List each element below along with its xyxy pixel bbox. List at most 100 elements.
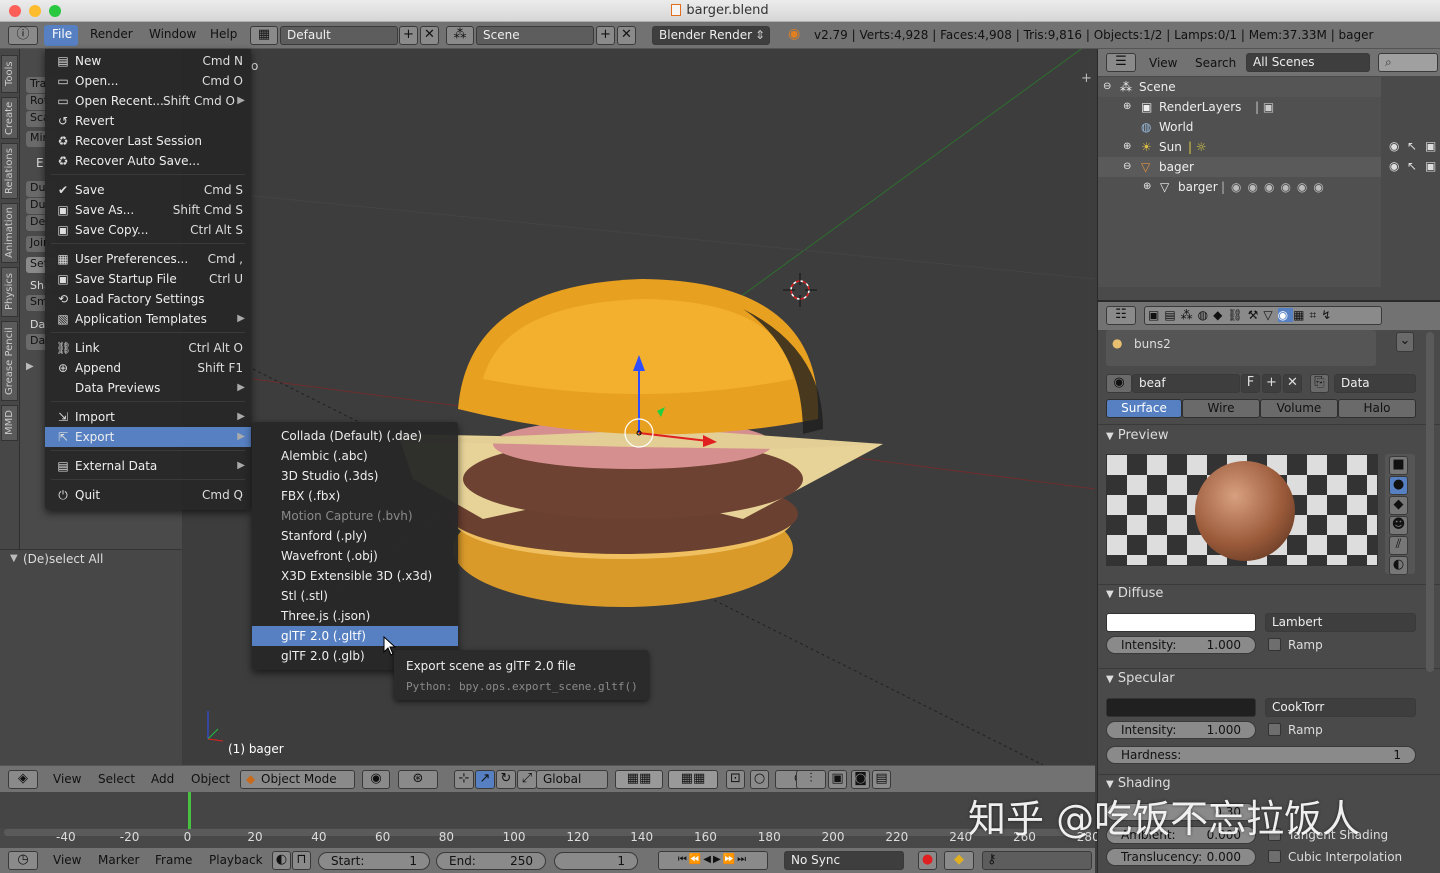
file-menu-item[interactable]: ⛓ Link Ctrl Alt O [45, 338, 251, 358]
snap-target[interactable]: ▣ [828, 770, 847, 789]
menu-marker[interactable]: Marker [98, 853, 139, 867]
render-engine-select[interactable]: Blender Render ⇕ [652, 26, 770, 45]
snap-toggle[interactable]: ⫶ [796, 770, 826, 789]
file-menu-item[interactable]: ♻ Recover Last Session [45, 131, 251, 151]
file-menu-item[interactable]: ▭ Open... Cmd O [45, 71, 251, 91]
context-tabs[interactable]: ▣▤⁂◍◆⛓⚒▽◉▦⌗↯ [1144, 306, 1382, 325]
outliner-row-barger[interactable]: ⊕ ▽ barger |◉◉◉◉◉◉ [1098, 177, 1381, 197]
export-menu-item[interactable]: Wavefront (.obj) [252, 546, 458, 566]
export-menu-item[interactable]: Alembic (.abc) [252, 446, 458, 466]
outliner-row-scene[interactable]: ⊖ ⁂ Scene [1098, 77, 1381, 97]
current-frame-field[interactable]: 1 [554, 852, 638, 870]
properties-scrollbar[interactable] [1426, 332, 1434, 672]
add-scene-button[interactable]: + [596, 26, 615, 45]
keying-set-icon[interactable]: ◆ [944, 851, 974, 870]
cursor-icon[interactable]: ↖ [1407, 139, 1417, 153]
file-menu-item[interactable]: ▣ Save As... Shift Cmd S [45, 200, 251, 220]
opengl-anim-icon[interactable]: ▤ [872, 770, 891, 789]
expand-icon[interactable]: ⊖ [1103, 77, 1111, 97]
cubic-interpolation-checkbox[interactable] [1268, 850, 1281, 863]
file-menu-item[interactable]: ⇲ Import ▶ [45, 407, 251, 427]
file-menu-item[interactable]: ⇱ Export ▶ [45, 427, 251, 447]
outliner-row-world[interactable]: ◍ World [1098, 117, 1381, 137]
export-menu-item[interactable]: glTF 2.0 (.gltf) [252, 626, 458, 646]
menu-frame[interactable]: Frame [155, 853, 192, 867]
menu-add[interactable]: Add [151, 772, 174, 786]
menu-playback[interactable]: Playback [209, 853, 263, 867]
file-menu-item[interactable]: ⟲ Load Factory Settings [45, 289, 251, 309]
preview-panel-header[interactable]: ▼ Preview [1106, 428, 1168, 443]
file-menu-item[interactable]: Data Previews ▶ [45, 378, 251, 398]
file-menu-item[interactable]: ⏻ Quit Cmd Q [45, 485, 251, 505]
camera-icon[interactable]: ▣ [1425, 159, 1436, 173]
manipulator-toggle[interactable]: ⊹ [454, 770, 474, 789]
translucency-field[interactable]: Translucency: 0.000 [1106, 848, 1256, 866]
export-menu-item[interactable]: 3D Studio (.3ds) [252, 466, 458, 486]
export-menu-item[interactable]: FBX (.fbx) [252, 486, 458, 506]
tab-create[interactable]: Create [1, 97, 18, 139]
properties-toggle-icon[interactable]: + [1081, 71, 1092, 86]
expand-icon[interactable]: ⊕ [1143, 177, 1151, 197]
specular-shader-select[interactable]: CookTorr [1265, 698, 1416, 717]
preview-monkey-icon[interactable]: ☻ [1389, 516, 1408, 535]
tab-mmd[interactable]: MMD [1, 405, 18, 441]
editor-type-button[interactable]: ☷ [1106, 306, 1136, 325]
menu-help[interactable]: Help [210, 27, 237, 41]
menu-view[interactable]: View [53, 772, 81, 786]
mode-select[interactable]: ◆ Object Mode [240, 770, 355, 789]
zoom-window-button[interactable] [49, 5, 61, 17]
editor-type-button[interactable]: ⓘ [8, 26, 38, 45]
menu-render[interactable]: Render [90, 27, 133, 41]
tab-surface[interactable]: Surface [1106, 399, 1182, 418]
close-window-button[interactable] [9, 5, 21, 17]
specular-panel-header[interactable]: ▼ Specular [1106, 671, 1175, 686]
tab-physics[interactable]: Physics [1, 267, 18, 317]
menu-window[interactable]: Window [149, 27, 196, 41]
lock-layers-icon[interactable]: ⊡ [726, 770, 745, 789]
layers-grid-a[interactable]: ▦▦ [615, 770, 663, 789]
material-tab-icon[interactable]: ◉ [1277, 308, 1294, 322]
file-menu-item[interactable]: ▦ User Preferences... Cmd , [45, 249, 251, 269]
display-mode-select[interactable]: All Scenes [1246, 53, 1370, 72]
pivot-select[interactable]: ⊛ [398, 770, 438, 789]
export-menu-item[interactable]: Stl (.stl) [252, 586, 458, 606]
keying-set-field[interactable]: ⚷ [982, 851, 1092, 870]
material-name-field[interactable]: beaf [1132, 374, 1240, 393]
file-menu-item[interactable]: ▧ Application Templates ▶ [45, 309, 251, 329]
tab-wire[interactable]: Wire [1182, 399, 1260, 418]
file-menu-item[interactable]: ▭ Open Recent... Shift Cmd O ▶ [45, 91, 251, 111]
specular-intensity-field[interactable]: Intensity: 1.000 [1106, 721, 1256, 739]
unlink-material-button[interactable]: ✕ [1283, 374, 1302, 393]
link-data-select[interactable]: Data [1334, 374, 1416, 393]
add-layout-button[interactable]: + [399, 26, 418, 45]
expand-icon[interactable]: ⊖ [1123, 157, 1131, 177]
preview-hair-icon[interactable]: ⫽ [1389, 536, 1408, 555]
rotate-manipulator[interactable]: ↻ [496, 770, 516, 789]
diffuse-shader-select[interactable]: Lambert [1265, 613, 1416, 632]
editor-type-button[interactable]: ◷ [8, 851, 38, 870]
file-menu-item[interactable]: ⊕ Append Shift F1 [45, 358, 251, 378]
scale-manipulator[interactable]: ⤢ [517, 770, 537, 789]
export-menu-item[interactable]: Collada (Default) (.dae) [252, 426, 458, 446]
fake-user-button[interactable]: F [1241, 374, 1260, 393]
layout-select[interactable]: Default [280, 26, 398, 45]
file-menu-item[interactable]: ♻ Recover Auto Save... [45, 151, 251, 171]
layout-icon[interactable]: ▦ [250, 26, 278, 45]
hardness-field[interactable]: Hardness: 1 [1106, 746, 1416, 764]
translate-manipulator[interactable]: ↗ [475, 770, 495, 789]
file-menu-item[interactable]: ↺ Revert [45, 111, 251, 131]
eye-icon[interactable]: ◉ [1389, 139, 1399, 153]
link-icon[interactable]: ⎘ [1310, 374, 1329, 393]
end-frame-field[interactable]: End: 250 [436, 852, 546, 870]
expand-icon[interactable]: ⊕ [1123, 97, 1131, 117]
sync-select[interactable]: No Sync [784, 851, 904, 870]
orientation-select[interactable]: Global [536, 770, 608, 789]
opengl-render-icon[interactable]: ◙ [851, 770, 870, 789]
collapse-arrow-icon[interactable]: ▼ [10, 553, 18, 564]
preview-cube-icon[interactable]: ◆ [1389, 496, 1408, 515]
file-menu-item[interactable]: ▤ External Data ▶ [45, 456, 251, 476]
shading-select[interactable]: ◉ [362, 770, 390, 789]
playback-controls[interactable]: ⏮⏪◀▶⏩⏭ [658, 851, 768, 870]
export-menu-item[interactable]: Stanford (.ply) [252, 526, 458, 546]
outliner-search-input[interactable]: ⌕ [1378, 53, 1438, 72]
